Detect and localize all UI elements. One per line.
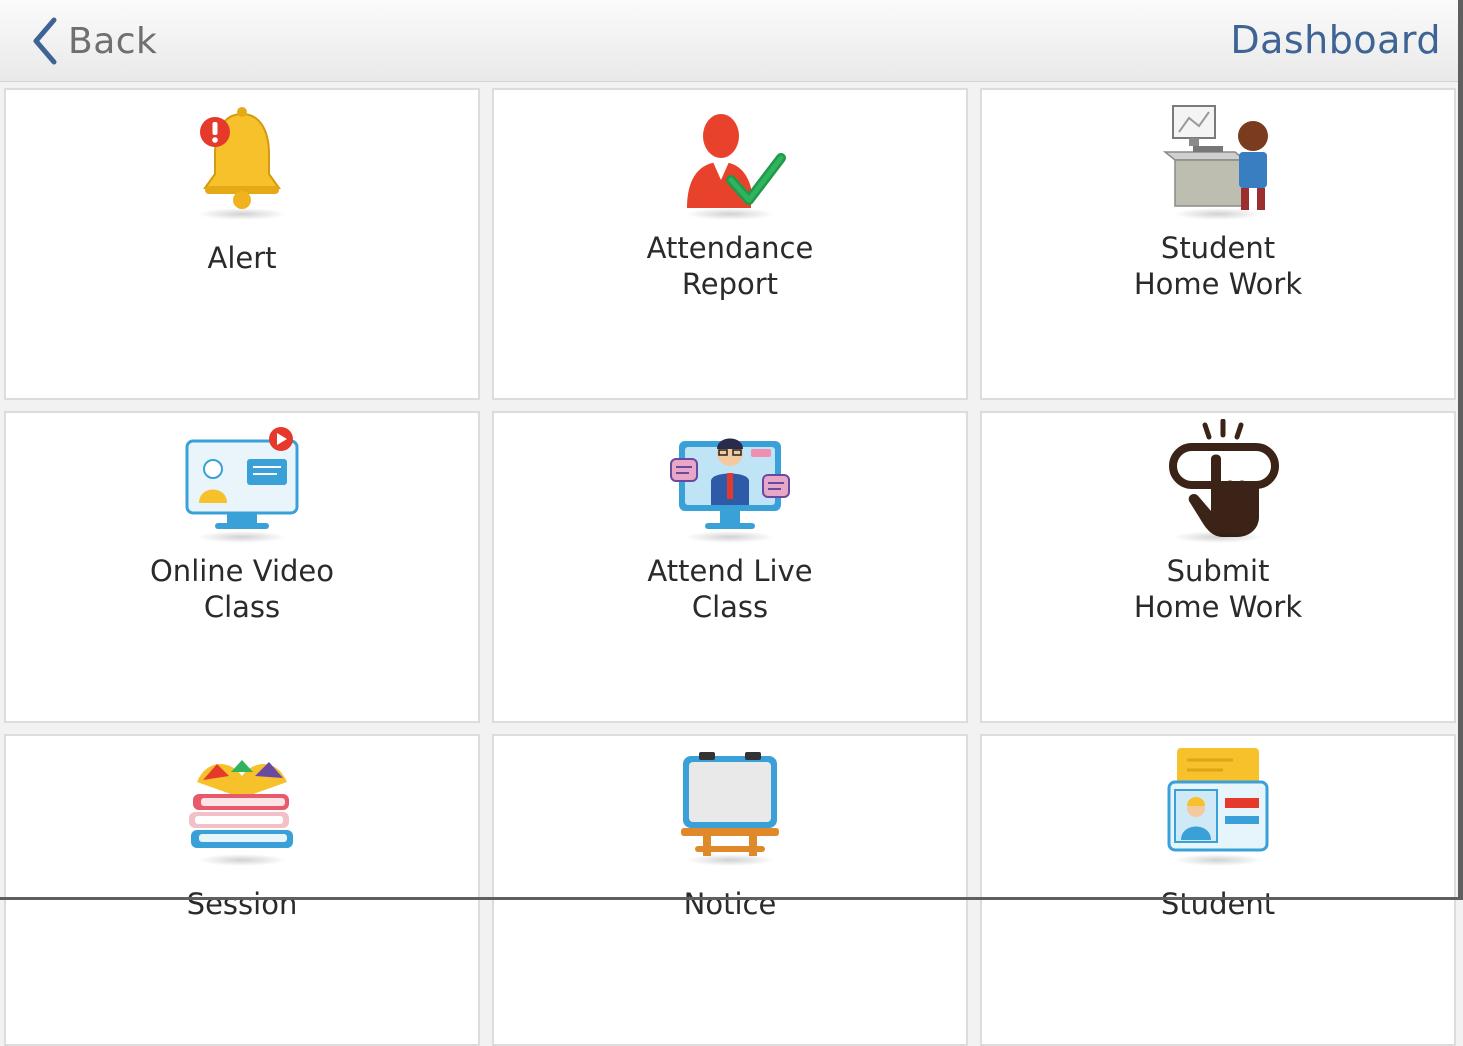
top-bar: Back Dashboard bbox=[0, 0, 1463, 82]
tile-student[interactable]: Student bbox=[980, 734, 1456, 1046]
tile-label: Student Home Work bbox=[1133, 231, 1303, 301]
window-edge-right bbox=[1458, 0, 1463, 900]
icon-shadow bbox=[197, 531, 287, 543]
tap-button-icon bbox=[1153, 419, 1283, 549]
tile-label: Attendance Report bbox=[646, 231, 814, 301]
tile-alert[interactable]: Alert bbox=[4, 88, 480, 400]
tile-session[interactable]: Session bbox=[4, 734, 480, 1046]
page-title: Dashboard bbox=[1230, 18, 1441, 62]
icon-shadow bbox=[685, 854, 775, 866]
icon-shadow bbox=[1173, 208, 1263, 220]
student-desk-icon bbox=[1153, 96, 1283, 226]
icon-shadow bbox=[1173, 531, 1263, 543]
tile-label: Online Video Class bbox=[149, 554, 334, 624]
attendance-check-icon bbox=[665, 96, 795, 226]
tile-notice[interactable]: Notice bbox=[492, 734, 968, 1046]
tile-label: Alert bbox=[207, 241, 277, 275]
notice-board-icon bbox=[665, 742, 795, 872]
tile-label: Student bbox=[1160, 887, 1276, 921]
back-label: Back bbox=[68, 20, 158, 62]
tile-online-video-class[interactable]: Online Video Class bbox=[4, 411, 480, 723]
icon-shadow bbox=[197, 208, 287, 220]
back-button[interactable]: Back bbox=[30, 16, 157, 66]
icon-shadow bbox=[1173, 854, 1263, 866]
icon-shadow bbox=[197, 854, 287, 866]
tile-submit-home-work[interactable]: Submit Home Work bbox=[980, 411, 1456, 723]
video-presentation-icon bbox=[177, 419, 307, 549]
icon-shadow bbox=[685, 208, 775, 220]
tile-label: Notice bbox=[683, 887, 777, 921]
tile-label: Attend Live Class bbox=[647, 554, 813, 624]
student-id-card-icon bbox=[1153, 742, 1283, 872]
tile-attend-live-class[interactable]: Attend Live Class bbox=[492, 411, 968, 723]
tile-attendance-report[interactable]: Attendance Report bbox=[492, 88, 968, 400]
icon-shadow bbox=[685, 531, 775, 543]
tile-student-home-work[interactable]: Student Home Work bbox=[980, 88, 1456, 400]
live-teacher-icon bbox=[665, 419, 795, 549]
chevron-left-icon bbox=[30, 16, 60, 66]
bell-alert-icon bbox=[177, 96, 307, 226]
tile-label: Session bbox=[186, 887, 298, 921]
books-stack-icon bbox=[177, 742, 307, 872]
dashboard-grid: Alert Attendance Report Student Home Wor… bbox=[0, 84, 1463, 1046]
tile-label: Submit Home Work bbox=[1133, 554, 1303, 624]
